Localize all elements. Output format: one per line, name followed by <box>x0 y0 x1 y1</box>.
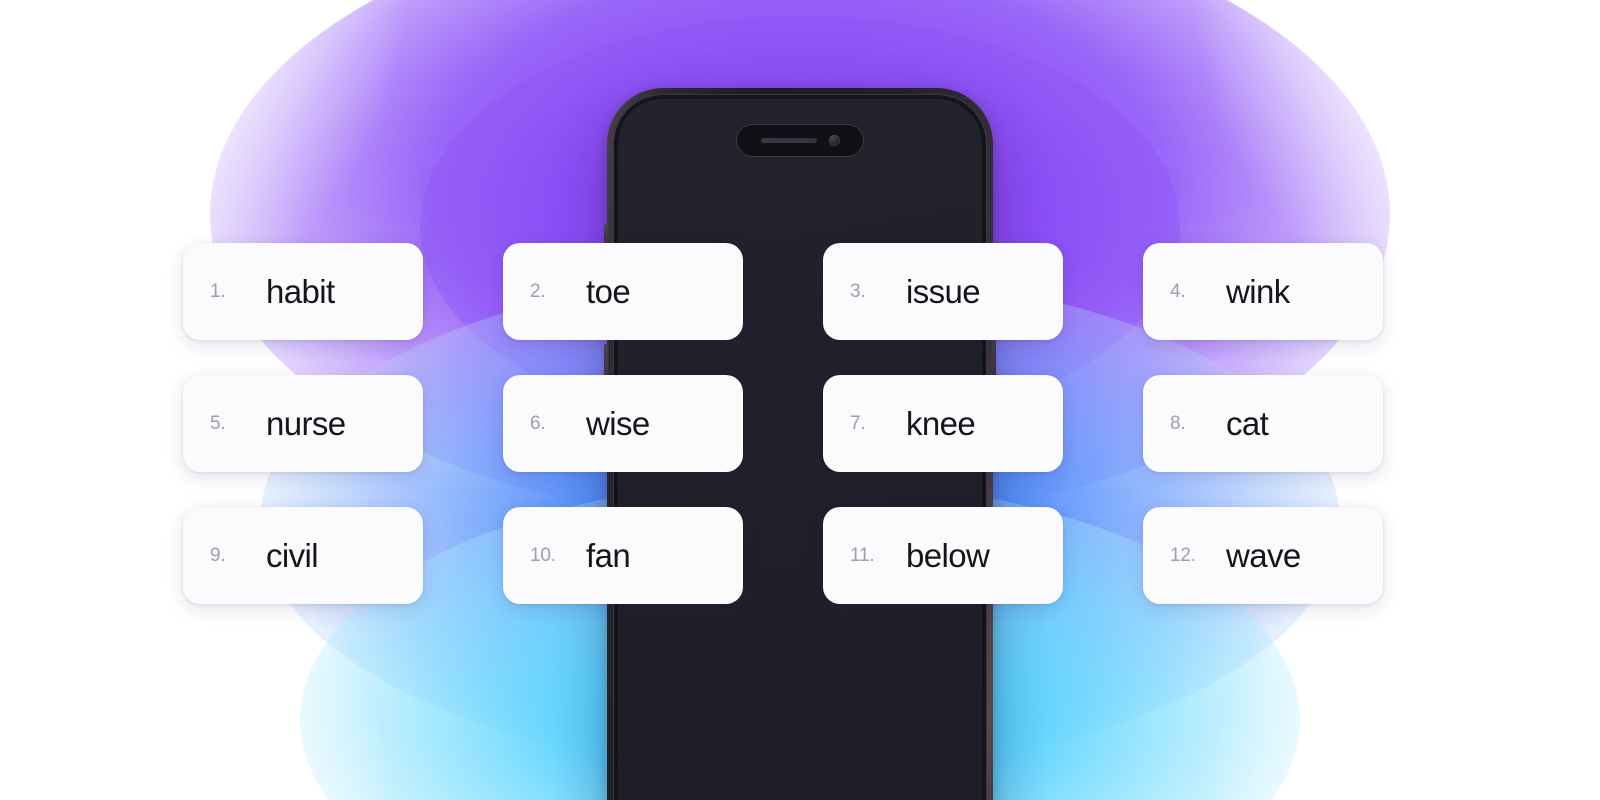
speaker-grille-icon <box>760 138 817 143</box>
word-card[interactable]: 9. civil <box>183 507 423 604</box>
word-card-index: 1. <box>210 280 226 302</box>
word-card[interactable]: 12. wave <box>1143 507 1383 604</box>
word-card[interactable]: 7. knee <box>823 375 1063 472</box>
word-card-index: 6. <box>530 412 546 434</box>
word-card[interactable]: 6. wise <box>503 375 743 472</box>
word-card[interactable]: 2. toe <box>503 243 743 340</box>
word-card-text: habit <box>266 273 335 310</box>
word-card-text: below <box>906 537 990 574</box>
word-card-text: wise <box>586 405 650 442</box>
word-card-text: wink <box>1226 273 1290 310</box>
word-card-text: civil <box>266 537 319 574</box>
phone-notch <box>736 124 864 157</box>
page-stage: 1. habit 2. toe 3. issue 4. wink 5. nurse 6. wise 7.… <box>0 0 1600 800</box>
word-card[interactable]: 8. cat <box>1143 375 1383 472</box>
word-card[interactable]: 11. below <box>823 507 1063 604</box>
word-card-index: 11. <box>850 544 875 566</box>
word-card-text: nurse <box>266 405 346 442</box>
word-card-index: 9. <box>210 544 226 566</box>
word-card-index: 10. <box>530 544 556 566</box>
word-card[interactable]: 10. fan <box>503 507 743 604</box>
word-list-grid: 1. habit 2. toe 3. issue 4. wink 5. nurse 6. wise 7.… <box>183 243 1417 604</box>
word-card[interactable]: 1. habit <box>183 243 423 340</box>
word-card-text: toe <box>586 273 631 310</box>
word-card-index: 2. <box>530 280 546 302</box>
word-card[interactable]: 3. issue <box>823 243 1063 340</box>
word-card-text: wave <box>1226 537 1301 574</box>
word-card[interactable]: 5. nurse <box>183 375 423 472</box>
front-camera-icon <box>828 135 840 146</box>
word-card-text: knee <box>906 405 976 442</box>
word-card-text: cat <box>1226 405 1269 442</box>
word-card-index: 7. <box>850 412 866 434</box>
word-card-index: 3. <box>850 280 866 302</box>
word-card-index: 4. <box>1170 280 1186 302</box>
word-card-text: fan <box>586 537 631 574</box>
word-card-index: 8. <box>1170 412 1186 434</box>
word-card-index: 5. <box>210 412 226 434</box>
word-card[interactable]: 4. wink <box>1143 243 1383 340</box>
word-card-text: issue <box>906 273 981 310</box>
word-card-index: 12. <box>1170 544 1196 566</box>
